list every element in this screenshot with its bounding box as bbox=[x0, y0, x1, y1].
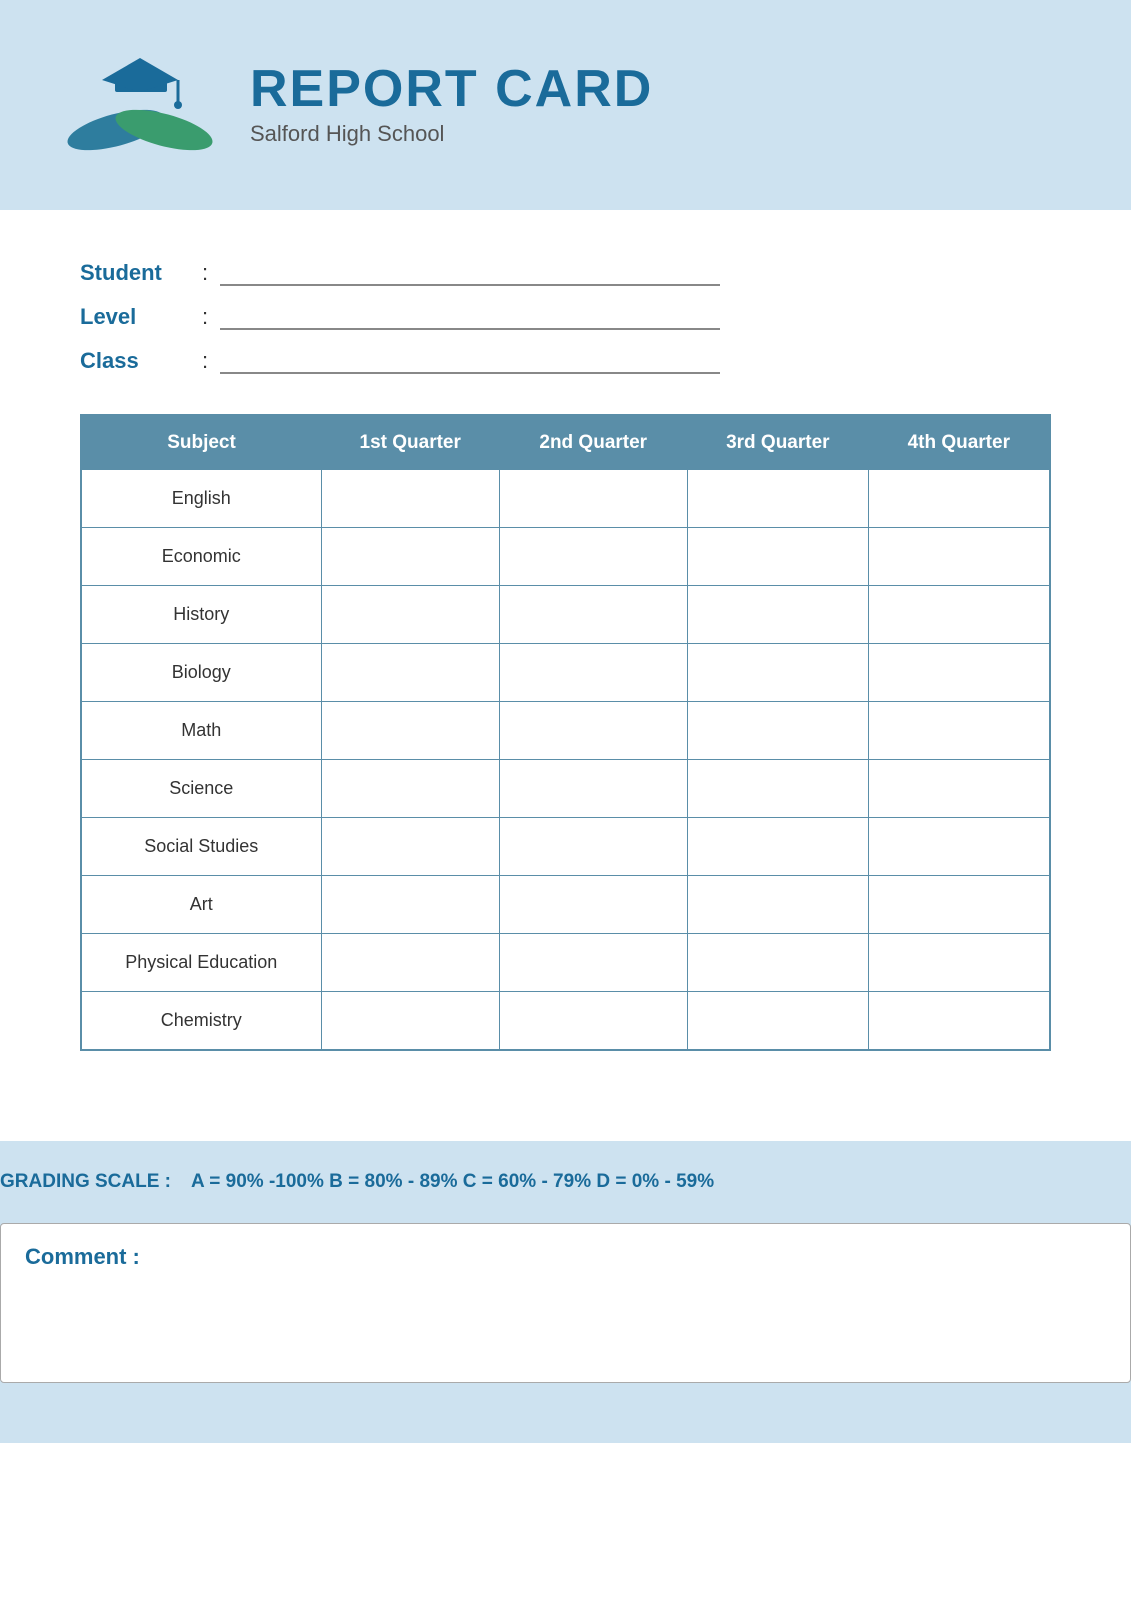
logo bbox=[60, 40, 220, 170]
q4-cell bbox=[869, 644, 1050, 702]
table-row: History bbox=[81, 586, 1050, 644]
bottom-area: GRADING SCALE : A = 90% -100% B = 80% - 8… bbox=[0, 1141, 1131, 1443]
school-name: Salford High School bbox=[250, 121, 653, 147]
table-row: Math bbox=[81, 702, 1050, 760]
q4-cell bbox=[869, 818, 1050, 876]
q4-cell bbox=[869, 992, 1050, 1051]
col-q4: 4th Quarter bbox=[869, 415, 1050, 470]
q2-cell bbox=[499, 470, 687, 528]
col-q1: 1st Quarter bbox=[321, 415, 499, 470]
q4-cell bbox=[869, 760, 1050, 818]
table-row: Biology bbox=[81, 644, 1050, 702]
grading-scale-values: A = 90% -100% B = 80% - 89% C = 60% - 79… bbox=[191, 1171, 714, 1192]
q1-cell bbox=[321, 876, 499, 934]
subject-cell: Chemistry bbox=[81, 992, 321, 1051]
table-header-row: Subject 1st Quarter 2nd Quarter 3rd Quar… bbox=[81, 415, 1050, 470]
table-row: Art bbox=[81, 876, 1050, 934]
q1-cell bbox=[321, 528, 499, 586]
table-row: Economic bbox=[81, 528, 1050, 586]
grade-table: Subject 1st Quarter 2nd Quarter 3rd Quar… bbox=[80, 414, 1051, 1051]
q1-cell bbox=[321, 644, 499, 702]
col-q3: 3rd Quarter bbox=[687, 415, 868, 470]
table-row: Chemistry bbox=[81, 992, 1050, 1051]
level-line bbox=[220, 328, 720, 330]
grading-scale-label: GRADING SCALE : bbox=[0, 1171, 171, 1192]
student-info-section: Student : Level : Class : bbox=[80, 260, 1051, 374]
table-row: English bbox=[81, 470, 1050, 528]
q1-cell bbox=[321, 760, 499, 818]
q4-cell bbox=[869, 470, 1050, 528]
q3-cell bbox=[687, 876, 868, 934]
subject-cell: Social Studies bbox=[81, 818, 321, 876]
level-row: Level : bbox=[80, 304, 1051, 330]
q2-cell bbox=[499, 934, 687, 992]
subject-cell: Physical Education bbox=[81, 934, 321, 992]
report-card-title: REPORT CARD bbox=[250, 63, 653, 115]
q1-cell bbox=[321, 934, 499, 992]
q3-cell bbox=[687, 644, 868, 702]
comment-label: Comment : bbox=[25, 1244, 1106, 1270]
class-line bbox=[220, 372, 720, 374]
q2-cell bbox=[499, 992, 687, 1051]
class-label: Class bbox=[80, 348, 190, 374]
q2-cell bbox=[499, 586, 687, 644]
q3-cell bbox=[687, 586, 868, 644]
q4-cell bbox=[869, 528, 1050, 586]
q4-cell bbox=[869, 586, 1050, 644]
header-text: REPORT CARD Salford High School bbox=[250, 63, 653, 147]
logo-icon bbox=[60, 40, 220, 170]
q1-cell bbox=[321, 470, 499, 528]
level-label: Level bbox=[80, 304, 190, 330]
student-line bbox=[220, 284, 720, 286]
student-colon: : bbox=[202, 260, 208, 286]
q1-cell bbox=[321, 702, 499, 760]
q4-cell bbox=[869, 702, 1050, 760]
q3-cell bbox=[687, 528, 868, 586]
q3-cell bbox=[687, 470, 868, 528]
q1-cell bbox=[321, 992, 499, 1051]
table-row: Physical Education bbox=[81, 934, 1050, 992]
q3-cell bbox=[687, 702, 868, 760]
level-colon: : bbox=[202, 304, 208, 330]
col-q2: 2nd Quarter bbox=[499, 415, 687, 470]
student-label: Student bbox=[80, 260, 190, 286]
subject-cell: Art bbox=[81, 876, 321, 934]
q3-cell bbox=[687, 818, 868, 876]
q4-cell bbox=[869, 876, 1050, 934]
comment-box: Comment : bbox=[0, 1223, 1131, 1383]
grading-scale-row: GRADING SCALE : A = 90% -100% B = 80% - 8… bbox=[0, 1171, 1131, 1193]
grading-scale: GRADING SCALE : A = 90% -100% B = 80% - 8… bbox=[0, 1171, 714, 1193]
q2-cell bbox=[499, 702, 687, 760]
q3-cell bbox=[687, 934, 868, 992]
table-row: Science bbox=[81, 760, 1050, 818]
class-row: Class : bbox=[80, 348, 1051, 374]
table-row: Social Studies bbox=[81, 818, 1050, 876]
q1-cell bbox=[321, 818, 499, 876]
q2-cell bbox=[499, 760, 687, 818]
col-subject: Subject bbox=[81, 415, 321, 470]
subject-cell: Biology bbox=[81, 644, 321, 702]
q2-cell bbox=[499, 818, 687, 876]
q3-cell bbox=[687, 760, 868, 818]
q1-cell bbox=[321, 586, 499, 644]
q2-cell bbox=[499, 876, 687, 934]
subject-cell: Math bbox=[81, 702, 321, 760]
q2-cell bbox=[499, 644, 687, 702]
subject-cell: English bbox=[81, 470, 321, 528]
class-colon: : bbox=[202, 348, 208, 374]
student-row: Student : bbox=[80, 260, 1051, 286]
subject-cell: Science bbox=[81, 760, 321, 818]
q2-cell bbox=[499, 528, 687, 586]
q3-cell bbox=[687, 992, 868, 1051]
subject-cell: History bbox=[81, 586, 321, 644]
q4-cell bbox=[869, 934, 1050, 992]
subject-cell: Economic bbox=[81, 528, 321, 586]
header-section: REPORT CARD Salford High School bbox=[0, 0, 1131, 210]
main-content: Student : Level : Class : Subject 1st Qu… bbox=[0, 210, 1131, 1141]
